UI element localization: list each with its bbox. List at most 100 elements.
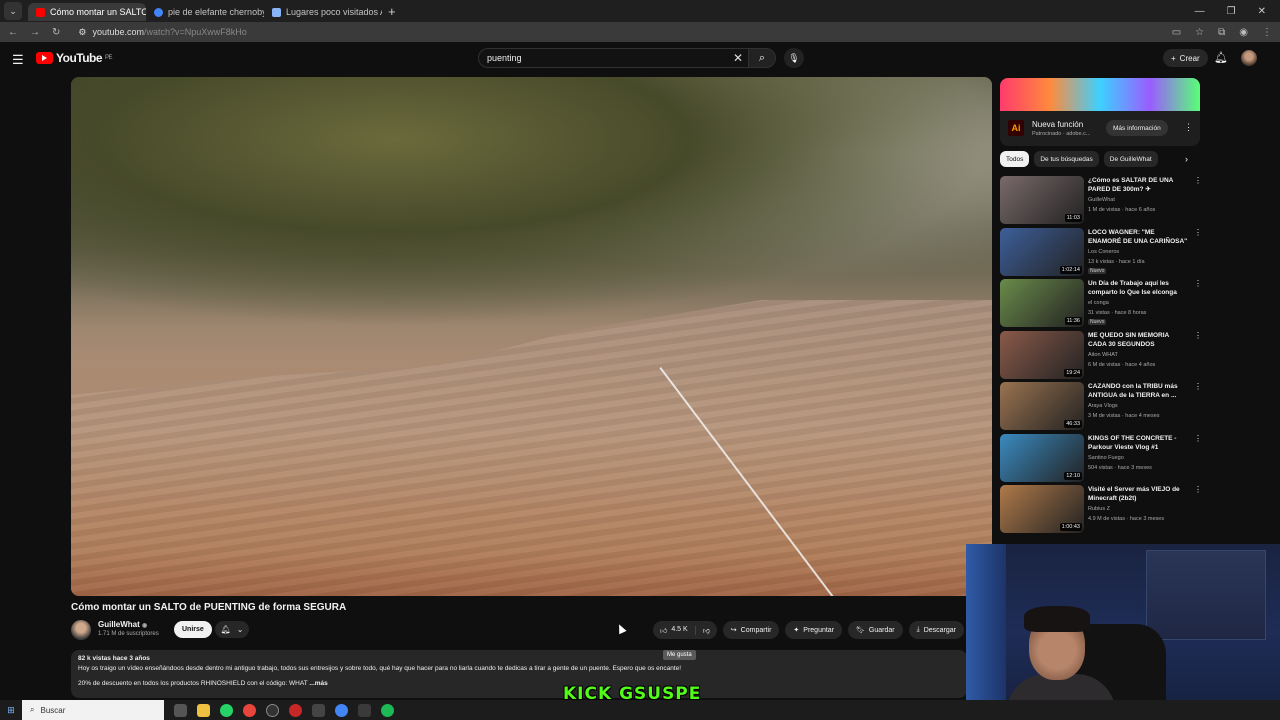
like-button[interactable]: 👍︎ 4.5 K — [653, 625, 696, 635]
recommendation-title[interactable]: LOCO WAGNER: "ME ENAMORÉ DE UNA CARIÑOSA… — [1088, 228, 1188, 246]
recommendation-channel[interactable]: Rubius Z — [1088, 506, 1110, 512]
dislike-button[interactable]: 👎︎ — [696, 626, 717, 635]
chip-all[interactable]: Todos — [1000, 151, 1030, 167]
taskbar-search[interactable]: ⌕ Buscar — [22, 700, 164, 720]
more-options-icon[interactable]: ⋮ — [1194, 228, 1202, 237]
chip-from-channel[interactable]: De GuilleWhat — [1103, 151, 1158, 167]
close-window-icon[interactable]: ✕ — [1258, 6, 1266, 17]
recommendation-title[interactable]: ME QUEDO SIN MEMORIA CADA 30 SEGUNDOS — [1088, 331, 1188, 349]
join-button[interactable]: Unirse — [174, 621, 212, 638]
video-thumbnail[interactable]: 19:24 — [1000, 330, 1084, 379]
menu-hamburger-icon[interactable]: ☰ — [12, 52, 24, 68]
recommendation-title[interactable]: KINGS OF THE CONCRETE - Parkour Vieste V… — [1088, 434, 1188, 452]
browser-tab-1[interactable]: Cómo montar un SALTO de ✕ — [28, 3, 146, 21]
channel-name[interactable]: GuilleWhat ◉ — [98, 620, 147, 629]
more-options-icon[interactable]: ⋮ — [1194, 331, 1202, 340]
create-button[interactable]: + Crear — [1163, 49, 1208, 67]
video-thumbnail[interactable]: 12:10 — [1000, 433, 1084, 482]
chrome-active-icon[interactable] — [335, 703, 348, 717]
windows-start-icon[interactable]: ⊞ — [0, 705, 22, 716]
reload-icon[interactable]: ↻ — [52, 27, 60, 38]
description-more-link[interactable]: ...más — [309, 680, 327, 687]
recommendation-item[interactable]: 46:33 CAZANDO con la TRIBU más ANTIGUA de… — [1000, 382, 1202, 432]
forward-icon[interactable]: → — [30, 27, 40, 38]
search-input[interactable]: puenting ✕ — [478, 48, 750, 68]
channel-avatar[interactable] — [71, 620, 91, 640]
chip-from-searches[interactable]: De tus búsquedas — [1034, 151, 1099, 167]
recommendation-channel[interactable]: el conga — [1088, 300, 1109, 306]
task-view-icon[interactable] — [174, 703, 187, 717]
sponsored-ad[interactable]: Ai Nueva función Patrocinado · adobe.c..… — [1000, 78, 1200, 146]
recommendation-item[interactable]: 11:36 Un Día de Trabajo aquí les comparto… — [1000, 279, 1202, 329]
more-options-icon[interactable]: ⋮ — [1194, 382, 1202, 391]
minimize-icon[interactable]: — — [1195, 6, 1205, 17]
video-duration: 11:36 — [1064, 317, 1082, 325]
obs-icon[interactable] — [266, 703, 279, 717]
save-button[interactable]: 🔖︎ Guardar — [848, 621, 903, 639]
app-icon[interactable] — [358, 703, 371, 717]
url-field[interactable]: ⚙ youtube.com/watch?v=NpuXwwF8kHo — [78, 27, 246, 38]
ad-more-options-icon[interactable]: ⋮ — [1184, 122, 1193, 133]
video-thumbnail[interactable]: 46:33 — [1000, 382, 1084, 430]
app-icon[interactable] — [312, 703, 325, 717]
more-options-icon[interactable]: ⋮ — [1194, 485, 1202, 494]
profile-icon[interactable]: ◉ — [1239, 27, 1248, 38]
new-tab-icon[interactable]: + — [388, 4, 396, 19]
extensions-icon[interactable]: ⧉ — [1218, 27, 1225, 38]
video-thumbnail[interactable]: 11:36 — [1000, 279, 1084, 327]
recommendation-item[interactable]: 11:03 ¿Cómo es SALTAR DE UNA PARED DE 300… — [1000, 176, 1202, 226]
subscription-bell-button[interactable]: 🔔︎ ⌄ — [215, 621, 249, 638]
red-app-icon[interactable] — [289, 703, 302, 717]
recommendation-channel[interactable]: Araya Vlogs — [1088, 403, 1118, 409]
tab-search-button[interactable]: ⌄ — [4, 2, 22, 20]
recommendation-channel[interactable]: Santino Fuego — [1088, 455, 1124, 461]
video-thumbnail[interactable]: 1:02:14 — [1000, 227, 1084, 276]
video-duration: 19:24 — [1064, 368, 1082, 377]
recommendation-channel[interactable]: Los Coneros — [1088, 249, 1119, 255]
download-button[interactable]: ⤓ Descargar — [908, 621, 965, 639]
bookmark-star-icon[interactable]: ☆ — [1195, 27, 1204, 38]
ad-more-info-button[interactable]: Más información — [1106, 120, 1168, 136]
chevron-right-icon[interactable]: › — [1185, 154, 1188, 164]
more-options-icon[interactable]: ⋮ — [1194, 434, 1202, 443]
clear-search-icon[interactable]: ✕ — [733, 51, 743, 65]
ask-button[interactable]: ✦ Preguntar — [785, 621, 843, 639]
browser-tab-2[interactable]: pie de elefante chernobyl - Bus ✕ — [146, 3, 264, 21]
recommendation-title[interactable]: CAZANDO con la TRIBU más ANTIGUA de la T… — [1088, 382, 1188, 400]
recommendation-channel[interactable]: GuilleWhat — [1088, 197, 1115, 203]
more-options-icon[interactable]: ⋮ — [1194, 279, 1202, 288]
file-explorer-icon[interactable] — [197, 703, 210, 717]
back-icon[interactable]: ← — [8, 27, 18, 38]
search-button[interactable]: ⌕ — [748, 48, 776, 68]
cast-icon[interactable]: ▭ — [1172, 27, 1181, 38]
notifications-bell-icon[interactable]: 🔔︎ — [1214, 51, 1228, 64]
voice-search-button[interactable]: 🎙︎ — [784, 48, 804, 68]
share-button[interactable]: ↪ Compartir — [722, 621, 780, 639]
chrome-icon[interactable] — [243, 703, 256, 717]
recommendation-title[interactable]: Un Día de Trabajo aquí les comparto lo Q… — [1088, 279, 1188, 297]
recommendation-channel[interactable]: Aiton WHAT — [1088, 352, 1118, 358]
video-duration: 46:33 — [1064, 420, 1082, 428]
spotify-icon[interactable] — [381, 703, 394, 717]
recommendation-item[interactable]: 19:24 ME QUEDO SIN MEMORIA CADA 30 SEGUND… — [1000, 330, 1202, 381]
whatsapp-icon[interactable] — [220, 703, 233, 717]
recommendation-item[interactable]: 1:02:14 LOCO WAGNER: "ME ENAMORÉ DE UNA C… — [1000, 227, 1202, 278]
recommendation-title[interactable]: ¿Cómo es SALTAR DE UNA PARED DE 300m? ✈ — [1088, 176, 1188, 194]
browser-menu-icon[interactable]: ⋮ — [1262, 27, 1272, 38]
youtube-logo[interactable]: YouTube PE — [36, 51, 113, 65]
recommendation-item[interactable]: 1:00:43 Visité el Server más VIEJO de Min… — [1000, 485, 1202, 535]
browser-tab-3[interactable]: Lugares poco visitados Arequip ✕ — [264, 3, 382, 21]
browser-tab-bar: ⌄ Cómo montar un SALTO de ✕ pie de elefa… — [0, 0, 1280, 22]
maximize-icon[interactable]: ❐ — [1227, 6, 1236, 17]
more-options-icon[interactable]: ⋮ — [1194, 176, 1202, 185]
site-info-icon[interactable]: ⚙ — [78, 27, 86, 38]
video-thumbnail[interactable]: 1:00:43 — [1000, 485, 1084, 533]
youtube-favicon-icon — [36, 7, 45, 17]
video-thumbnail[interactable]: 11:03 — [1000, 176, 1084, 224]
account-avatar[interactable] — [1241, 50, 1257, 66]
recommendation-item[interactable]: 12:10 KINGS OF THE CONCRETE - Parkour Vie… — [1000, 433, 1202, 484]
recommendation-meta: 6 M de vistas · hace 4 años — [1088, 361, 1156, 368]
recommendation-title[interactable]: Visité el Server más VIEJO de Minecraft … — [1088, 485, 1188, 503]
video-player[interactable] — [71, 77, 992, 596]
video-description[interactable]: 82 k vistas hace 3 años Hoy os traigo un… — [71, 650, 967, 698]
